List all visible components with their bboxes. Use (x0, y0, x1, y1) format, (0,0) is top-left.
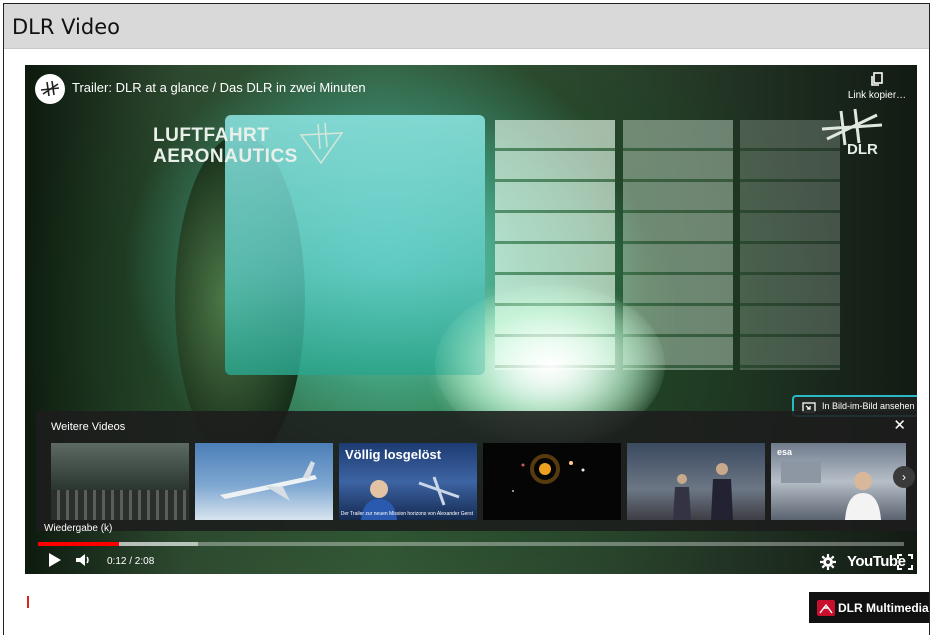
people-icon (673, 463, 733, 520)
time-display: 0:12 / 2:08 (107, 556, 155, 567)
close-icon[interactable]: ✕ (893, 417, 906, 435)
dlr-multimedia-logo-icon (819, 603, 833, 613)
page-frame: DLR Video LUFTFAHRT AERONAUTICS Trailer:… (3, 3, 930, 635)
dlr-logo-icon (40, 80, 60, 97)
thumbnail-caption: esa (777, 447, 793, 457)
fullscreen-icon[interactable] (897, 554, 913, 570)
video-overlay-caption: LUFTFAHRT AERONAUTICS (153, 122, 344, 167)
dlr-multimedia-link[interactable]: DLR Multimedia (809, 592, 929, 623)
copy-link-label: Link kopier… (847, 90, 907, 101)
overlay-line-2: AERONAUTICS (153, 146, 298, 167)
progress-bar[interactable] (38, 542, 904, 546)
gear-icon[interactable] (820, 554, 836, 570)
copy-icon (871, 72, 883, 86)
video-player[interactable]: LUFTFAHRT AERONAUTICS Trailer: DLR at a … (25, 65, 917, 574)
text-cursor (27, 596, 29, 608)
progress-played (38, 542, 120, 546)
video-thumbnail-planets[interactable] (483, 443, 621, 520)
pip-label: In Bild-im-Bild ansehen (822, 401, 915, 411)
play-hint-tooltip: Wiedergabe (k) (44, 523, 113, 534)
video-thumbnail-aircraft[interactable] (195, 443, 333, 520)
volume-icon[interactable] (74, 551, 92, 569)
dlr-watermark: DLR (817, 107, 887, 162)
channel-avatar[interactable] (35, 74, 65, 104)
thumbnail-subcaption: Der Trailer zur neuen Mission horizons v… (340, 511, 473, 517)
aircraft-icon (220, 461, 317, 501)
copy-link-button[interactable]: Link kopier… (847, 72, 907, 101)
video-thumbnail-lab[interactable] (627, 443, 765, 520)
video-thumbnail-astronaut[interactable]: Völlig losgelöst Der Trailer zur neuen M… (339, 443, 477, 520)
planet-icon (512, 454, 585, 492)
video-thumbnail-station[interactable]: esa (771, 443, 906, 520)
more-videos-panel: Weitere Videos ✕ Völlig losgelöst Der Tr… (36, 411, 917, 531)
more-videos-title: Weitere Videos (51, 421, 126, 433)
aircraft-outline-icon (299, 122, 344, 165)
overlay-line-1: LUFTFAHRT (153, 125, 270, 146)
dlr-multimedia-icon (817, 599, 835, 616)
more-videos-list: Völlig losgelöst Der Trailer zur neuen M… (51, 443, 906, 520)
multimedia-label: DLR Multimedia (838, 600, 929, 615)
watermark-text: DLR (847, 141, 878, 158)
play-icon[interactable] (47, 551, 63, 569)
thumbnail-caption: Völlig losgelöst (345, 447, 442, 462)
chevron-right-icon[interactable]: › (893, 466, 915, 488)
page-header: DLR Video (4, 4, 929, 49)
page-title: DLR Video (12, 15, 120, 39)
video-title[interactable]: Trailer: DLR at a glance / Das DLR in zw… (72, 80, 366, 95)
video-thumbnail-chamber[interactable] (51, 443, 189, 520)
